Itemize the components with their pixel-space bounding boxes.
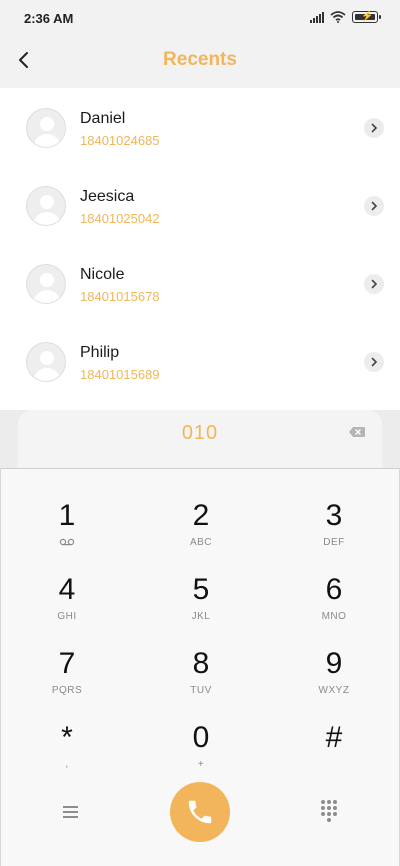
chevron-right-icon — [371, 279, 378, 289]
key-digit: 0 — [192, 721, 210, 754]
menu-button[interactable] — [56, 802, 84, 822]
number-display: 010 — [18, 410, 382, 468]
list-item[interactable]: Philip 18401015689 — [0, 322, 400, 400]
key-letters: + — [197, 759, 205, 770]
avatar — [26, 108, 66, 148]
chevron-right-icon — [371, 201, 378, 211]
key-letters: , — [65, 759, 69, 770]
key-digit: # — [325, 721, 343, 754]
list-item[interactable]: Jeesica 18401025042 — [0, 166, 400, 244]
backspace-button[interactable] — [348, 426, 366, 438]
key-digit: * — [61, 721, 73, 754]
chevron-right-icon — [371, 357, 378, 367]
header: Recents — [0, 36, 400, 88]
key-letters: TUV — [190, 685, 212, 696]
contact-name: Nicole — [80, 266, 125, 283]
key-hash[interactable]: # — [294, 721, 374, 785]
call-button[interactable] — [170, 782, 230, 842]
dialpad-toggle-button[interactable] — [318, 800, 340, 822]
contact-number: 18401024685 — [80, 133, 160, 148]
key-digit: 9 — [325, 647, 343, 680]
detail-button[interactable] — [364, 352, 384, 372]
signal-icon — [310, 11, 324, 23]
avatar — [26, 264, 66, 304]
contact-name: Jeesica — [80, 188, 135, 205]
battery-charging-icon: ⚡ — [352, 11, 381, 23]
key-2[interactable]: 2 ABC — [161, 499, 241, 563]
detail-button[interactable] — [364, 274, 384, 294]
status-bar: 2:36 AM ⚡ — [0, 0, 400, 36]
contact-number: 18401025042 — [80, 211, 160, 226]
key-star[interactable]: * , — [27, 721, 107, 785]
key-letters: WXYZ — [318, 685, 350, 696]
key-6[interactable]: 6 MNO — [294, 573, 374, 637]
dialed-number: 010 — [181, 422, 219, 444]
key-letters: MNO — [321, 611, 347, 622]
detail-button[interactable] — [364, 118, 384, 138]
contact-name: Philip — [80, 344, 120, 361]
key-letters: DEF — [323, 537, 345, 548]
menu-icon — [62, 806, 78, 808]
key-digit: 2 — [192, 499, 210, 532]
detail-button[interactable] — [364, 196, 384, 216]
chevron-right-icon — [371, 123, 378, 133]
key-digit: 3 — [325, 499, 343, 532]
key-7[interactable]: 7 PQRS — [27, 647, 107, 711]
key-digit: 4 — [58, 573, 76, 606]
phone-icon — [188, 800, 212, 824]
key-1[interactable]: 1 — [27, 499, 107, 563]
key-letters: JKL — [191, 611, 211, 622]
recents-list: Daniel 18401024685 Jeesica 18401025042 N… — [0, 88, 400, 410]
contact-number: 18401015678 — [80, 289, 160, 304]
key-9[interactable]: 9 WXYZ — [294, 647, 374, 711]
key-8[interactable]: 8 TUV — [161, 647, 241, 711]
key-digit: 6 — [325, 573, 343, 606]
key-0[interactable]: 0 + — [161, 721, 241, 785]
contact-name: Daniel — [80, 110, 126, 127]
list-item[interactable]: Daniel 18401024685 — [0, 88, 400, 166]
key-3[interactable]: 3 DEF — [294, 499, 374, 563]
dialpad: 010 1 2 ABC 3 DEF 4 GHI 5 JKL 6 MNO 7 PQ… — [0, 410, 400, 866]
avatar — [26, 342, 66, 382]
dialpad-icon — [321, 800, 325, 804]
wifi-icon — [330, 11, 346, 23]
list-item[interactable]: Nicole 18401015678 — [0, 244, 400, 322]
voicemail-icon — [59, 538, 75, 546]
key-letters: ABC — [189, 537, 213, 548]
key-digit: 8 — [192, 647, 210, 680]
key-4[interactable]: 4 GHI — [27, 573, 107, 637]
page-title: Recents — [163, 49, 237, 70]
key-digit: 5 — [192, 573, 210, 606]
contact-number: 18401015689 — [80, 367, 160, 382]
backspace-icon — [349, 427, 365, 437]
key-5[interactable]: 5 JKL — [161, 573, 241, 637]
key-digit: 7 — [58, 647, 76, 680]
key-letters: GHI — [57, 611, 77, 622]
key-letters: PQRS — [51, 685, 83, 696]
status-icons: ⚡ — [310, 11, 381, 23]
status-time: 2:36 AM — [24, 11, 74, 26]
avatar — [26, 186, 66, 226]
key-digit: 1 — [58, 499, 76, 532]
